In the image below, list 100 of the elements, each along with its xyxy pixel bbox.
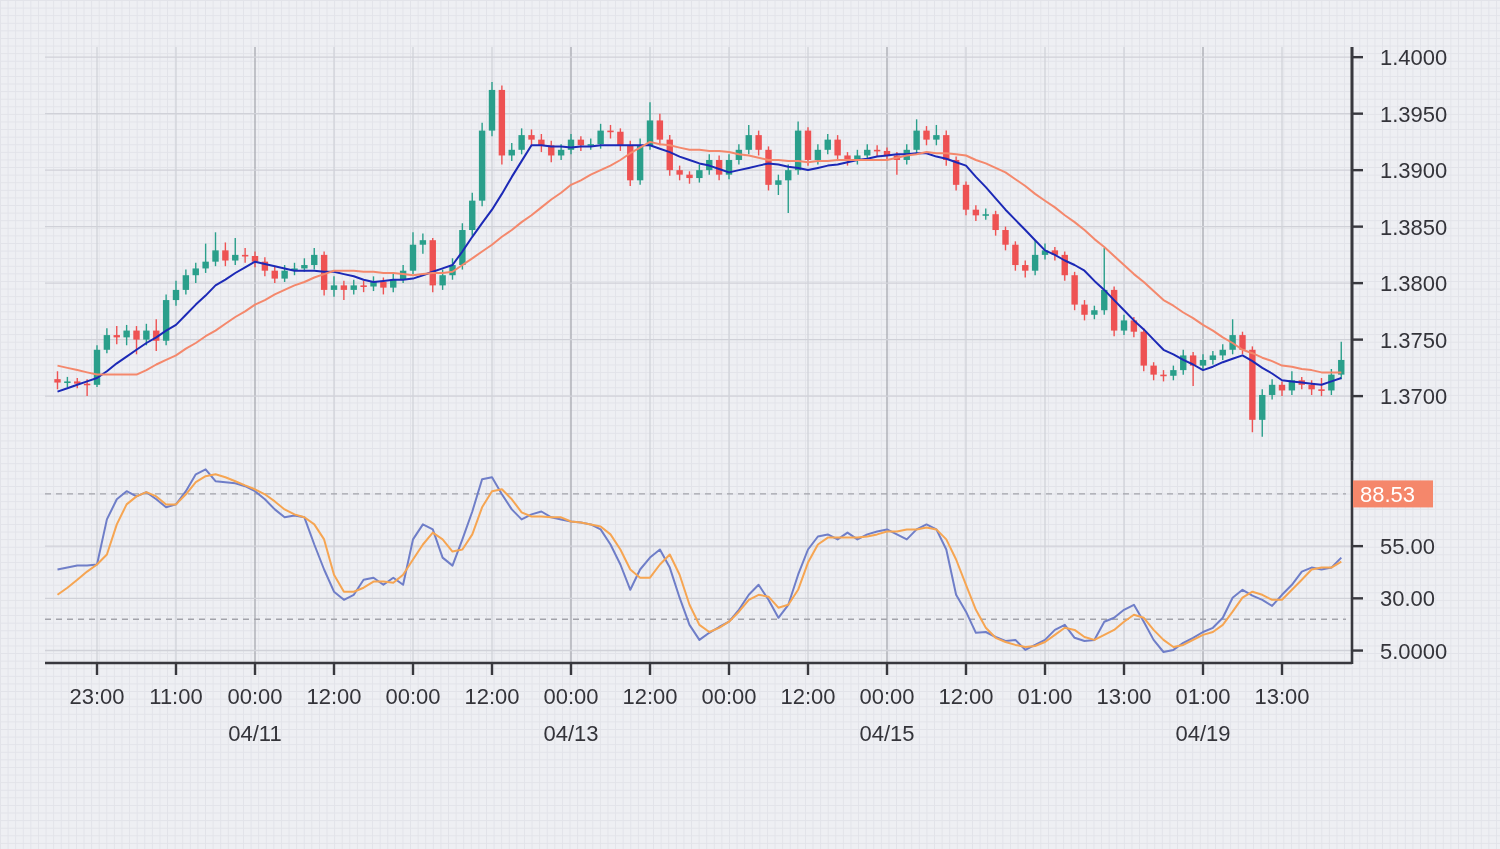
candlestick <box>449 257 456 281</box>
candlestick <box>1308 379 1315 396</box>
candlestick <box>350 279 357 296</box>
candlestick <box>281 264 288 283</box>
axis-label: 13:00 <box>1096 684 1152 709</box>
candlestick <box>380 276 387 296</box>
axis-label: 12:00 <box>780 684 836 709</box>
axis-label: 13:00 <box>1254 684 1310 709</box>
candlestick <box>1298 376 1305 390</box>
candlestick <box>992 210 999 237</box>
axis-label: 12:00 <box>464 684 520 709</box>
candlestick <box>1318 377 1325 397</box>
candlestick <box>765 145 772 192</box>
candlestick <box>804 126 812 167</box>
date-label: 04/15 <box>859 721 915 746</box>
candlestick <box>222 241 229 267</box>
candlestick <box>429 237 436 293</box>
candlestick <box>814 143 822 166</box>
candlestick <box>696 163 703 184</box>
candlestick <box>1219 343 1226 361</box>
date-label: 04/13 <box>543 721 599 746</box>
candlestick <box>1002 225 1009 252</box>
candlestick <box>409 231 417 275</box>
candlestick <box>794 120 802 176</box>
candlestick <box>538 133 545 153</box>
candlestick <box>1150 361 1157 381</box>
candlestick <box>1338 341 1345 380</box>
candlestick <box>972 204 980 222</box>
candlestick <box>202 242 209 274</box>
candlestick <box>1239 331 1246 355</box>
candlestick <box>1189 351 1197 387</box>
candlestick <box>1031 239 1039 276</box>
candlestick <box>587 137 594 151</box>
candlestick <box>952 155 960 192</box>
candlestick <box>854 149 861 166</box>
axis-label: 1.3850 <box>1380 214 1448 240</box>
candlestick <box>1180 349 1187 376</box>
candlestick <box>715 154 723 181</box>
candlestick <box>340 280 348 301</box>
candlestick <box>844 151 851 167</box>
candlestick <box>834 134 841 162</box>
candlestick <box>567 133 575 156</box>
candlestick <box>172 280 180 307</box>
candlestick <box>390 273 397 293</box>
candlestick <box>320 250 328 297</box>
candlestick <box>1091 305 1098 320</box>
candlestick <box>735 143 743 166</box>
candlestick <box>1278 380 1286 397</box>
candlestick <box>548 140 555 163</box>
candlestick <box>192 262 199 284</box>
candlestick <box>864 143 871 161</box>
candlestick <box>1051 246 1059 262</box>
axis-label: 1.3950 <box>1380 101 1448 127</box>
candlestick <box>74 377 81 389</box>
candlestick <box>1061 250 1068 282</box>
candlestick <box>1209 350 1217 366</box>
candlestick <box>1110 285 1118 337</box>
candlestick <box>775 173 782 196</box>
axis-label: 11:00 <box>149 684 203 709</box>
candlestick <box>676 164 683 181</box>
candlestick <box>54 370 61 390</box>
candlestick <box>133 325 140 355</box>
candlestick <box>64 376 71 388</box>
axis-label: 12:00 <box>306 684 362 709</box>
candlestick <box>399 264 407 284</box>
candlestick <box>1081 299 1088 322</box>
axis-label: 23:00 <box>69 684 125 709</box>
candlestick <box>360 280 367 293</box>
axis-label: 00:00 <box>701 684 757 709</box>
candlestick <box>597 123 604 150</box>
candlestick <box>123 324 130 346</box>
candlestick <box>1170 364 1177 381</box>
axis-label: 00:00 <box>385 684 441 709</box>
value-badge: 88.53 <box>1353 480 1433 508</box>
candlestick <box>824 133 831 156</box>
axis-label: 5.0000 <box>1380 638 1448 664</box>
candlestick <box>508 142 515 162</box>
axis-label: 00:00 <box>227 684 283 709</box>
candlestick <box>1012 240 1019 272</box>
candlestick <box>459 222 466 271</box>
candlestick <box>706 153 713 176</box>
candlestick <box>982 207 989 221</box>
candlestick <box>83 378 91 397</box>
axis-label: 00:00 <box>543 684 599 709</box>
candlestick <box>212 231 219 267</box>
candlestick <box>301 257 308 273</box>
candlestick <box>1022 259 1029 279</box>
candlestick <box>271 265 278 284</box>
candlestick <box>251 250 259 268</box>
candlestick <box>261 256 269 278</box>
candlestick <box>1160 369 1167 383</box>
axis-label: 12:00 <box>938 684 994 709</box>
candlestick <box>1101 247 1108 316</box>
axis-label: 30.00 <box>1380 586 1436 612</box>
candlestick <box>439 268 446 291</box>
candlestick <box>1120 314 1128 336</box>
candlestick <box>923 125 930 146</box>
candlestick <box>577 135 585 152</box>
candlestick <box>1041 242 1049 261</box>
candlestick <box>1268 378 1276 401</box>
